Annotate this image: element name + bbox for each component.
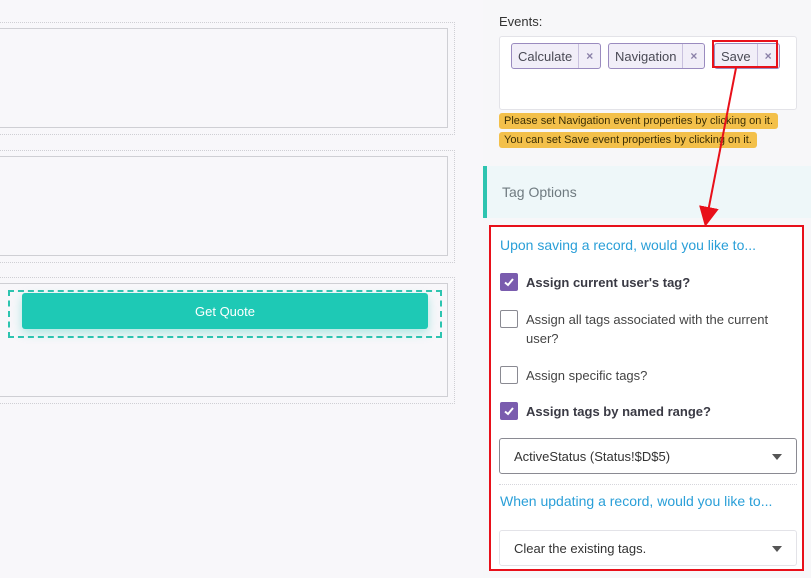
checkmark-icon bbox=[504, 278, 514, 287]
warning-badge-save: You can set Save event properties by cli… bbox=[499, 132, 757, 148]
checkbox[interactable] bbox=[500, 402, 518, 420]
remove-icon[interactable]: × bbox=[578, 44, 600, 68]
form-field-placeholder-1[interactable] bbox=[0, 28, 448, 128]
option-assign-current-user-tag[interactable]: Assign current user's tag? bbox=[500, 273, 790, 292]
checkbox[interactable] bbox=[500, 366, 518, 384]
tag-options-header[interactable]: Tag Options bbox=[483, 166, 811, 218]
option-assign-specific-tags[interactable]: Assign specific tags? bbox=[500, 366, 790, 385]
form-canvas: Get Quote bbox=[0, 0, 483, 578]
form-section-1[interactable] bbox=[0, 22, 455, 135]
divider bbox=[499, 484, 797, 485]
event-chip-calculate[interactable]: Calculate × bbox=[511, 43, 602, 69]
chevron-down-icon bbox=[772, 546, 782, 552]
event-chip-label: Navigation bbox=[615, 48, 677, 64]
form-field-placeholder-2[interactable] bbox=[0, 156, 448, 256]
checkbox[interactable] bbox=[500, 273, 518, 291]
tag-options-content: Upon saving a record, would you like to.… bbox=[489, 225, 804, 571]
checkbox[interactable] bbox=[500, 310, 518, 328]
on-update-question: When updating a record, would you like t… bbox=[500, 493, 773, 509]
option-assign-all-user-tags[interactable]: Assign all tags associated with the curr… bbox=[500, 310, 790, 348]
option-assign-tags-by-named-range[interactable]: Assign tags by named range? bbox=[500, 402, 790, 421]
get-quote-button[interactable]: Get Quote bbox=[22, 293, 428, 329]
events-label: Events: bbox=[499, 14, 543, 29]
update-action-value: Clear the existing tags. bbox=[514, 540, 647, 556]
named-range-value: ActiveStatus (Status!$D$5) bbox=[514, 448, 671, 464]
named-range-select[interactable]: ActiveStatus (Status!$D$5) bbox=[499, 438, 797, 474]
selected-element-outline[interactable]: Get Quote bbox=[8, 290, 442, 338]
warning-badge-navigation: Please set Navigation event properties b… bbox=[499, 113, 779, 129]
event-chip-navigation[interactable]: Navigation × bbox=[608, 43, 706, 69]
tag-options-title: Tag Options bbox=[502, 184, 577, 200]
remove-icon[interactable]: × bbox=[682, 44, 704, 68]
form-section-2[interactable] bbox=[0, 150, 455, 263]
event-chip-label: Calculate bbox=[518, 48, 573, 64]
option-label: Assign specific tags? bbox=[526, 368, 648, 383]
on-save-question: Upon saving a record, would you like to.… bbox=[500, 237, 757, 253]
option-label: Assign current user's tag? bbox=[526, 275, 691, 290]
update-action-select[interactable]: Clear the existing tags. bbox=[499, 530, 797, 566]
option-label: Assign tags by named range? bbox=[526, 404, 711, 419]
checkmark-icon bbox=[504, 407, 514, 416]
save-chip-highlight bbox=[712, 40, 778, 68]
chevron-down-icon bbox=[772, 454, 782, 460]
option-label: Assign all tags associated with the curr… bbox=[526, 312, 769, 346]
